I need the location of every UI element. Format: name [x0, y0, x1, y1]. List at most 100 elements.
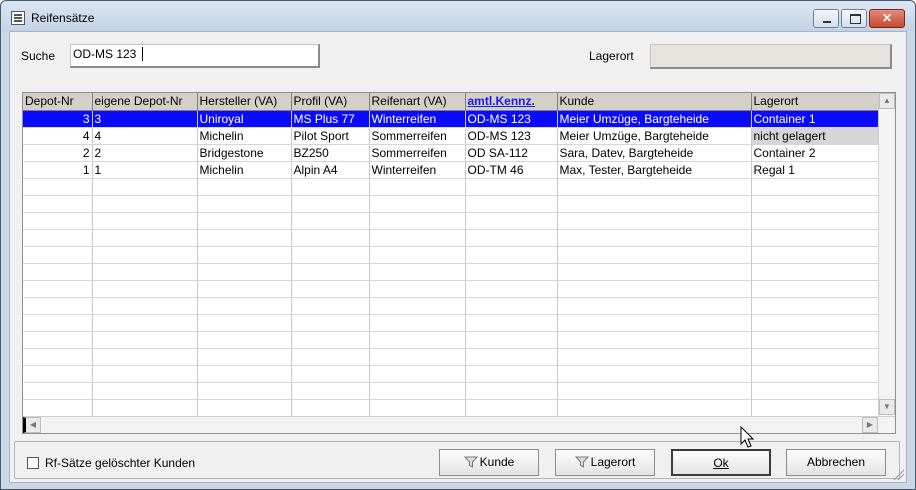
- empty-cell: [557, 382, 752, 400]
- horizontal-scrollbar[interactable]: ◀ ▶: [23, 416, 895, 433]
- cell-depot-nr[interactable]: 2: [23, 144, 93, 162]
- empty-cell: [465, 365, 558, 383]
- empty-cell: [291, 246, 370, 264]
- col-header-hersteller[interactable]: Hersteller (VA): [197, 93, 292, 111]
- cell-kennzeichen[interactable]: OD-TM 46: [465, 161, 558, 179]
- table-row[interactable]: 3 3 Uniroyal MS Plus 77 Winterreifen OD-MS 12…: [23, 110, 879, 128]
- tire-set-grid[interactable]: Depot-Nr eigene Depot-Nr Hersteller (VA)…: [22, 92, 896, 434]
- ok-button[interactable]: Ok: [671, 449, 771, 476]
- deleted-customers-label: Rf-Sätze gelöschter Kunden: [45, 456, 196, 470]
- cell-kunde[interactable]: Sara, Datev, Bargteheide: [557, 144, 752, 162]
- cell-kennzeichen[interactable]: OD SA-112: [465, 144, 558, 162]
- vertical-scrollbar[interactable]: ▲ ▼: [878, 93, 895, 415]
- cell-lagerort[interactable]: Container 2: [751, 144, 879, 162]
- empty-cell: [369, 331, 466, 349]
- cell-depot-nr[interactable]: 1: [23, 161, 93, 179]
- empty-cell: [751, 348, 879, 366]
- cell-reifenart[interactable]: Winterreifen: [369, 110, 466, 128]
- empty-cell: [92, 331, 198, 349]
- search-input[interactable]: OD-MS 123: [70, 44, 320, 68]
- col-header-depot-nr[interactable]: Depot-Nr: [23, 93, 93, 111]
- cell-hersteller[interactable]: Michelin: [197, 127, 292, 145]
- cell-kunde[interactable]: Meier Umzüge, Bargteheide: [557, 110, 752, 128]
- col-header-kennzeichen[interactable]: amtl.Kennz.: [465, 93, 558, 111]
- scroll-down-icon[interactable]: ▼: [879, 399, 895, 415]
- empty-cell: [369, 399, 466, 417]
- table-row[interactable]: 1 1 Michelin Alpin A4 Winterreifen OD-TM 46 Ma…: [23, 161, 879, 179]
- empty-cell: [751, 229, 879, 247]
- cell-hersteller[interactable]: Michelin: [197, 161, 292, 179]
- kunde-filter-button[interactable]: Kunde: [439, 449, 539, 476]
- empty-row: [23, 297, 879, 315]
- empty-cell: [557, 195, 752, 213]
- cell-eigene-depot-nr[interactable]: 3: [92, 110, 198, 128]
- empty-cell: [557, 212, 752, 230]
- cell-eigene-depot-nr[interactable]: 1: [92, 161, 198, 179]
- empty-cell: [291, 263, 370, 281]
- col-header-kunde[interactable]: Kunde: [557, 93, 752, 111]
- empty-cell: [92, 399, 198, 417]
- window-title: Reifensätze: [31, 11, 95, 25]
- cell-kennzeichen[interactable]: OD-MS 123: [465, 110, 558, 128]
- empty-cell: [369, 246, 466, 264]
- cell-lagerort[interactable]: nicht gelagert: [751, 127, 879, 145]
- empty-cell: [465, 178, 558, 196]
- col-header-lagerort[interactable]: Lagerort: [751, 93, 879, 111]
- empty-cell: [291, 382, 370, 400]
- empty-cell: [197, 229, 292, 247]
- cell-kunde[interactable]: Meier Umzüge, Bargteheide: [557, 127, 752, 145]
- title-bar[interactable]: Reifensätze: [1, 1, 915, 31]
- empty-row: [23, 178, 879, 196]
- cell-reifenart[interactable]: Sommerreifen: [369, 144, 466, 162]
- cell-hersteller[interactable]: Uniroyal: [197, 110, 292, 128]
- empty-cell: [92, 229, 198, 247]
- lagerort-filter-button[interactable]: Lagerort: [555, 449, 655, 476]
- app-icon: [11, 11, 25, 25]
- cell-kunde[interactable]: Max, Tester, Bargteheide: [557, 161, 752, 179]
- col-header-reifenart[interactable]: Reifenart (VA): [369, 93, 466, 111]
- cell-hersteller[interactable]: Bridgestone: [197, 144, 292, 162]
- empty-cell: [23, 348, 93, 366]
- empty-cell: [369, 280, 466, 298]
- empty-row: [23, 195, 879, 213]
- scroll-up-icon[interactable]: ▲: [879, 93, 895, 109]
- cell-reifenart[interactable]: Winterreifen: [369, 161, 466, 179]
- cell-reifenart[interactable]: Sommerreifen: [369, 127, 466, 145]
- scroll-right-icon[interactable]: ▶: [862, 417, 878, 433]
- empty-cell: [369, 297, 466, 315]
- cell-depot-nr[interactable]: 4: [23, 127, 93, 145]
- cell-eigene-depot-nr[interactable]: 2: [92, 144, 198, 162]
- empty-cell: [92, 348, 198, 366]
- cell-profil[interactable]: BZ250: [291, 144, 370, 162]
- cell-kennzeichen[interactable]: OD-MS 123: [465, 127, 558, 145]
- empty-cell: [197, 314, 292, 332]
- col-header-eigene-depot-nr[interactable]: eigene Depot-Nr: [92, 93, 198, 111]
- cell-lagerort[interactable]: Regal 1: [751, 161, 879, 179]
- minimize-button[interactable]: [813, 9, 839, 28]
- cell-lagerort[interactable]: Container 1: [751, 110, 879, 128]
- text-caret: [142, 47, 144, 61]
- close-button[interactable]: [869, 9, 905, 28]
- cell-eigene-depot-nr[interactable]: 4: [92, 127, 198, 145]
- cell-depot-nr[interactable]: 3: [23, 110, 93, 128]
- empty-row: [23, 331, 879, 349]
- empty-cell: [197, 382, 292, 400]
- cell-profil[interactable]: Alpin A4: [291, 161, 370, 179]
- lagerort-field: [650, 44, 892, 69]
- resize-grip[interactable]: [892, 468, 904, 480]
- table-row[interactable]: 2 2 Bridgestone BZ250 Sommerreifen OD SA-112 S…: [23, 144, 879, 162]
- empty-cell: [197, 365, 292, 383]
- empty-cell: [23, 229, 93, 247]
- scroll-left-icon[interactable]: ◀: [23, 417, 41, 433]
- empty-row: [23, 229, 879, 247]
- maximize-button[interactable]: [841, 9, 867, 28]
- cell-profil[interactable]: MS Plus 77: [291, 110, 370, 128]
- empty-cell: [23, 178, 93, 196]
- empty-row: [23, 382, 879, 400]
- col-header-profil[interactable]: Profil (VA): [291, 93, 370, 111]
- deleted-customers-checkbox[interactable]: [27, 457, 39, 469]
- abbrechen-button[interactable]: Abbrechen: [786, 449, 886, 476]
- table-row[interactable]: 4 4 Michelin Pilot Sport Sommerreifen OD-MS 1…: [23, 127, 879, 145]
- cell-profil[interactable]: Pilot Sport: [291, 127, 370, 145]
- empty-cell: [23, 195, 93, 213]
